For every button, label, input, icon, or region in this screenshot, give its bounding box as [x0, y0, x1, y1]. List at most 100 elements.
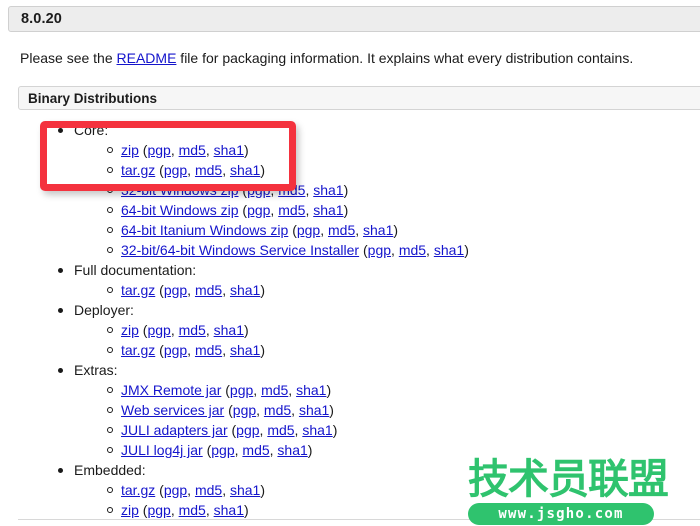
pgp-link[interactable]: pgp — [164, 162, 187, 178]
download-link[interactable]: 32-bit/64-bit Windows Service Installer — [121, 242, 359, 258]
section-title: Binary Distributions — [28, 90, 158, 106]
checksum-separator: , — [222, 482, 230, 498]
sha1-link[interactable]: sha1 — [214, 502, 244, 518]
download-item: JMX Remote jar (pgp, md5, sha1) — [0, 380, 700, 400]
sha1-link[interactable]: sha1 — [434, 242, 464, 258]
download-item-list: zip (pgp, md5, sha1) tar.gz (pgp, md5, sh… — [0, 140, 700, 260]
download-link[interactable]: JULI log4j jar — [121, 442, 203, 458]
download-link[interactable]: JULI adapters jar — [121, 422, 228, 438]
sha1-link[interactable]: sha1 — [363, 222, 393, 238]
checksum-separator: , — [187, 282, 195, 298]
download-item-list: zip (pgp, md5, sha1) tar.gz (pgp, md5, sh… — [0, 320, 700, 360]
md5-link[interactable]: md5 — [179, 502, 206, 518]
binary-distributions-header: Binary Distributions — [18, 86, 700, 110]
sha1-link[interactable]: sha1 — [299, 402, 329, 418]
download-link[interactable]: zip — [121, 142, 139, 158]
md5-link[interactable]: md5 — [195, 482, 222, 498]
download-item: 32-bit Windows zip (pgp, md5, sha1) — [0, 180, 700, 200]
close-paren: ) — [343, 202, 349, 218]
watermark-logo: 技术员联盟 www.jsgho.com — [468, 455, 669, 525]
md5-link[interactable]: md5 — [399, 242, 426, 258]
checksum-separator: , — [205, 322, 214, 338]
checksum-separator: , — [187, 342, 195, 358]
sha1-link[interactable]: sha1 — [214, 322, 244, 338]
checksum-separator: , — [355, 222, 364, 238]
group-title: Deployer: — [0, 300, 700, 320]
pgp-link[interactable]: pgp — [211, 442, 234, 458]
pgp-link[interactable]: pgp — [247, 182, 270, 198]
checksum-separator: , — [170, 142, 179, 158]
download-link[interactable]: 32-bit Windows zip — [121, 182, 239, 198]
md5-link[interactable]: md5 — [195, 282, 222, 298]
download-item: 64-bit Windows zip (pgp, md5, sha1) — [0, 200, 700, 220]
sha1-link[interactable]: sha1 — [302, 422, 332, 438]
close-paren: ) — [329, 402, 334, 418]
pgp-link[interactable]: pgp — [147, 322, 170, 338]
md5-link[interactable]: md5 — [179, 142, 206, 158]
group-title: Full documentation: — [0, 260, 700, 280]
group-title: Core: — [0, 120, 700, 140]
md5-link[interactable]: md5 — [278, 202, 305, 218]
download-item: JULI adapters jar (pgp, md5, sha1) — [0, 420, 700, 440]
md5-link[interactable]: md5 — [278, 182, 305, 198]
download-link[interactable]: tar.gz — [121, 342, 155, 358]
pgp-link[interactable]: pgp — [297, 222, 320, 238]
distribution-group: Core: zip (pgp, md5, sha1) tar.gz (pgp, md… — [0, 120, 700, 260]
close-paren: ) — [260, 282, 265, 298]
download-link[interactable]: tar.gz — [121, 482, 155, 498]
checksum-separator: , — [391, 242, 399, 258]
sha1-link[interactable]: sha1 — [230, 482, 260, 498]
download-link[interactable]: 64-bit Windows zip — [121, 202, 239, 218]
md5-link[interactable]: md5 — [267, 422, 294, 438]
checksum-separator: , — [256, 402, 264, 418]
md5-link[interactable]: md5 — [328, 222, 355, 238]
readme-link[interactable]: README — [117, 50, 177, 66]
watermark-title: 技术员联盟 — [468, 455, 669, 503]
pgp-link[interactable]: pgp — [164, 482, 187, 498]
md5-link[interactable]: md5 — [264, 402, 291, 418]
checksum-separator: , — [205, 502, 214, 518]
sha1-link[interactable]: sha1 — [214, 142, 244, 158]
download-link[interactable]: tar.gz — [121, 162, 155, 178]
sha1-link[interactable]: sha1 — [230, 342, 260, 358]
pgp-link[interactable]: pgp — [233, 402, 256, 418]
pgp-link[interactable]: pgp — [164, 342, 187, 358]
sha1-link[interactable]: sha1 — [313, 202, 343, 218]
download-link[interactable]: JMX Remote jar — [121, 382, 221, 398]
checksum-separator: , — [170, 502, 179, 518]
pgp-link[interactable]: pgp — [147, 502, 170, 518]
download-link[interactable]: 64-bit Itanium Windows zip — [121, 222, 288, 238]
group-title: Extras: — [0, 360, 700, 380]
download-item: 32-bit/64-bit Windows Service Installer … — [0, 240, 700, 260]
sha1-link[interactable]: sha1 — [277, 442, 307, 458]
download-item-list: JMX Remote jar (pgp, md5, sha1) Web servi… — [0, 380, 700, 460]
distribution-group: Full documentation: tar.gz (pgp, md5, sha… — [0, 260, 700, 300]
download-link[interactable]: zip — [121, 502, 139, 518]
download-item: zip (pgp, md5, sha1) — [0, 140, 700, 160]
checksum-separator: , — [205, 142, 214, 158]
pgp-link[interactable]: pgp — [236, 422, 259, 438]
sha1-link[interactable]: sha1 — [296, 382, 326, 398]
pgp-link[interactable]: pgp — [164, 282, 187, 298]
distribution-group: Extras: JMX Remote jar (pgp, md5, sha1) We… — [0, 360, 700, 460]
download-item: tar.gz (pgp, md5, sha1) — [0, 160, 700, 180]
pgp-link[interactable]: pgp — [147, 142, 170, 158]
checksum-separator: , — [291, 402, 299, 418]
download-link[interactable]: Web services jar — [121, 402, 224, 418]
download-link[interactable]: zip — [121, 322, 139, 338]
md5-link[interactable]: md5 — [179, 322, 206, 338]
pgp-link[interactable]: pgp — [247, 202, 270, 218]
sha1-link[interactable]: sha1 — [230, 282, 260, 298]
checksum-separator: , — [222, 162, 230, 178]
pgp-link[interactable]: pgp — [368, 242, 391, 258]
download-link[interactable]: tar.gz — [121, 282, 155, 298]
md5-link[interactable]: md5 — [195, 162, 222, 178]
md5-link[interactable]: md5 — [242, 442, 269, 458]
pgp-link[interactable]: pgp — [230, 382, 253, 398]
close-paren: ) — [243, 322, 249, 338]
sha1-link[interactable]: sha1 — [230, 162, 260, 178]
sha1-link[interactable]: sha1 — [313, 182, 343, 198]
download-item: Web services jar (pgp, md5, sha1) — [0, 400, 700, 420]
md5-link[interactable]: md5 — [195, 342, 222, 358]
md5-link[interactable]: md5 — [261, 382, 288, 398]
